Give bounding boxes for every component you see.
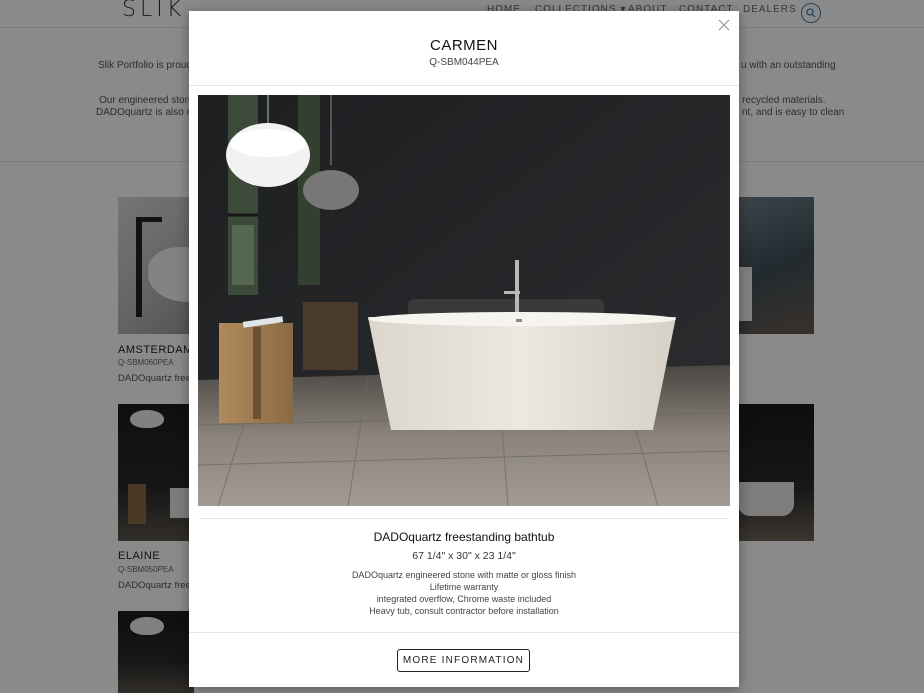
feature-item: Lifetime warranty (429, 582, 499, 592)
feature-item: Heavy tub, consult contractor before ins… (369, 606, 559, 616)
feature-item: integrated overflow, Chrome waste includ… (376, 594, 552, 604)
divider (189, 85, 739, 86)
divider (189, 632, 739, 633)
product-name: DADOquartz freestanding bathtub (373, 530, 555, 544)
product-dimensions: 67 1/4" x 30" x 23 1/4" (412, 550, 516, 562)
feature-list: DADOquartz engineered stone with matte o… (189, 569, 739, 617)
product-photo (198, 95, 730, 506)
divider (199, 518, 729, 519)
product-modal: CARMEN Q-SBM044PEA DADOquartz freestandi… (189, 11, 739, 687)
modal-sku: Q-SBM044PEA (429, 57, 499, 68)
more-information-button[interactable]: MORE INFORMATION (397, 649, 530, 672)
feature-item: DADOquartz engineered stone with matte o… (351, 570, 577, 580)
modal-title: CARMEN (429, 37, 498, 54)
close-icon[interactable] (718, 19, 730, 31)
